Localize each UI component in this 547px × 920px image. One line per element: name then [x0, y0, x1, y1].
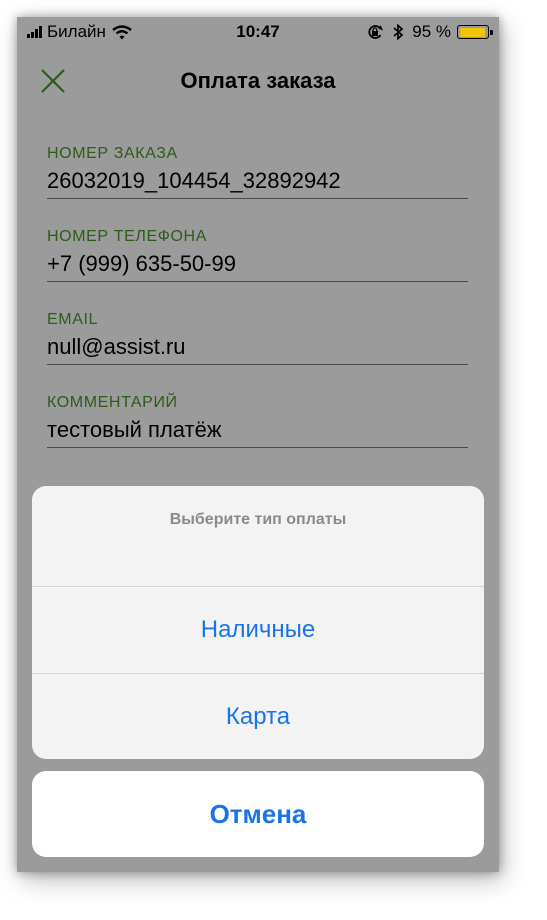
- orientation-lock-icon: [368, 25, 384, 39]
- cash-option-button[interactable]: Наличные: [32, 587, 484, 674]
- phone-screen: Билайн 10:47 95 % Оплата заказа НОМЕР ЗА…: [17, 17, 499, 872]
- phone-value[interactable]: +7 (999) 635-50-99: [47, 249, 468, 281]
- order-number-label: НОМЕР ЗАКАЗА: [47, 145, 178, 162]
- battery-percent: 95 %: [412, 22, 451, 41]
- bluetooth-icon: [393, 23, 404, 41]
- order-number-field[interactable]: НОМЕР ЗАКАЗА 26032019_104454_32892942: [47, 144, 468, 199]
- page-title: Оплата заказа: [180, 68, 336, 93]
- battery-icon: [457, 25, 493, 39]
- card-option-button[interactable]: Карта: [32, 674, 484, 759]
- email-label: EMAIL: [47, 311, 99, 328]
- payment-type-action-sheet: Выберите тип оплаты Наличные Карта: [32, 486, 484, 759]
- comment-field[interactable]: КОММЕНТАРИЙ тестовый платёж: [47, 393, 468, 448]
- comment-label: КОММЕНТАРИЙ: [47, 394, 178, 411]
- phone-label: НОМЕР ТЕЛЕФОНА: [47, 228, 207, 245]
- email-value[interactable]: null@assist.ru: [47, 332, 468, 364]
- cancel-button[interactable]: Отмена: [32, 771, 484, 857]
- order-number-value[interactable]: 26032019_104454_32892942: [47, 166, 468, 198]
- action-sheet-header: Выберите тип оплаты: [32, 486, 484, 587]
- status-bar: Билайн 10:47 95 %: [17, 17, 499, 47]
- battery-fill: [459, 27, 486, 37]
- navigation-bar: Оплата заказа: [17, 61, 499, 101]
- phone-field[interactable]: НОМЕР ТЕЛЕФОНА +7 (999) 635-50-99: [47, 227, 468, 282]
- comment-value[interactable]: тестовый платёж: [47, 415, 468, 447]
- status-right: 95 %: [366, 22, 493, 42]
- email-field[interactable]: EMAIL null@assist.ru: [47, 310, 468, 365]
- action-sheet-title: Выберите тип оплаты: [169, 511, 347, 528]
